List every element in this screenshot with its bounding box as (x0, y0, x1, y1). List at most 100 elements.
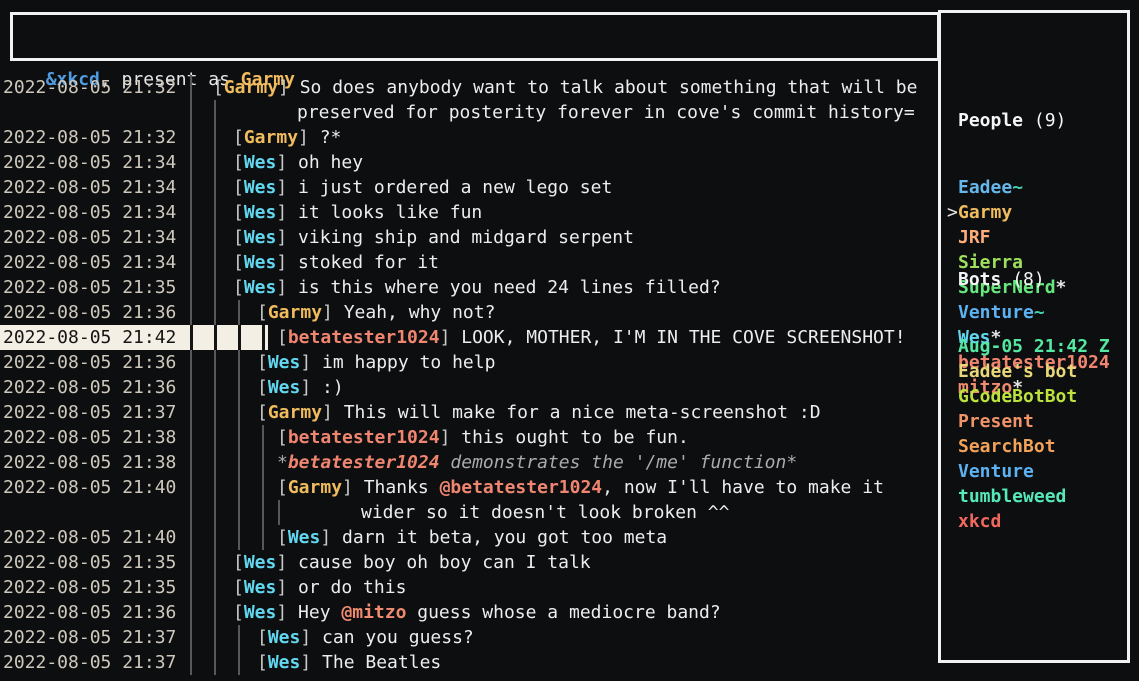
chat-row[interactable]: 2022-08-05 21:36[Wes] im happy to help (0, 350, 938, 375)
msg-segment: , now I'll have to make it (602, 477, 884, 498)
chat-log: 2022-08-05 21:32[Garmy] So does anybody … (0, 75, 938, 675)
msg-segment: [ (257, 652, 268, 673)
message-text: [Wes] :) (185, 375, 938, 400)
timestamp: 2022-08-05 21:36 (0, 350, 185, 375)
msg-segment: or do this (287, 577, 406, 598)
status-suffix: * (1056, 277, 1067, 298)
message-cell: [Wes] viking ship and midgard serpent (185, 225, 938, 250)
person-item[interactable]: >Garmy (947, 200, 1127, 225)
chat-row[interactable]: 2022-08-05 21:34[Wes] stoked for it (0, 250, 938, 275)
chat-row[interactable]: 2022-08-05 21:34[Wes] oh hey (0, 150, 938, 175)
message-text: [Wes] oh hey (185, 150, 938, 175)
message-cell: [betatester1024] LOOK, MOTHER, I'M IN TH… (185, 325, 938, 350)
user-name: SearchBot (958, 436, 1056, 457)
msg-segment: ] (300, 377, 311, 398)
message-text: [Wes] The Beatles (185, 650, 938, 675)
chat-row[interactable]: 2022-08-05 21:38*betatester1024 demonstr… (0, 450, 938, 475)
message-cell: [Wes] darn it beta, you got too meta (185, 525, 938, 550)
bot-item[interactable]: Aug-05 21:42 Z (947, 334, 1127, 359)
message-text: [Wes] im happy to help (185, 350, 938, 375)
chat-row[interactable]: 2022-08-05 21:34[Wes] viking ship and mi… (0, 225, 938, 250)
msg-segment: [ (277, 477, 288, 498)
chat-row[interactable]: 2022-08-05 21:36[Wes] Hey @mitzo guess w… (0, 600, 938, 625)
active-marker (947, 384, 958, 409)
msg-segment: Thanks (353, 477, 440, 498)
bot-item[interactable]: xkcd (947, 509, 1127, 534)
msg-segment: [ (233, 177, 244, 198)
chat-row[interactable]: wider so it doesn't look broken ^^ (0, 500, 938, 525)
nickname: Garmy (244, 127, 298, 148)
msg-segment: LOOK, MOTHER, I'M IN THE COVE SCREENSHOT… (450, 327, 905, 348)
chat-row[interactable]: 2022-08-05 21:34[Wes] it looks like fun (0, 200, 938, 225)
chat-row-selected[interactable]: 2022-08-05 21:42[betatester1024] LOOK, M… (0, 325, 938, 350)
message-text: [Garmy] This will make for a nice meta-s… (185, 400, 938, 425)
nickname: @betatester1024 (440, 477, 603, 498)
nickname: Garmy (268, 302, 322, 323)
chat-row[interactable]: 2022-08-05 21:35[Wes] or do this (0, 575, 938, 600)
nickname: Wes (268, 652, 301, 673)
timestamp: 2022-08-05 21:32 (0, 75, 185, 100)
message-text: [Wes] cause boy oh boy can I talk (185, 550, 938, 575)
nickname: betatester1024 (288, 452, 440, 473)
message-cell: [Garmy] Thanks @betatester1024, now I'll… (185, 475, 938, 500)
message-text: [Wes] can you guess? (185, 625, 938, 650)
message-cell: [Wes] is this where you need 24 lines fi… (185, 275, 938, 300)
status-suffix: ~ (1012, 177, 1023, 198)
person-item[interactable]: Venture~ (947, 300, 1127, 325)
chat-row[interactable]: 2022-08-05 21:37[Wes] The Beatles (0, 650, 938, 675)
chat-row[interactable]: 2022-08-05 21:32[Garmy] So does anybody … (0, 75, 938, 100)
user-name: Aug-05 21:42 Z (958, 336, 1110, 357)
active-marker (947, 484, 958, 509)
msg-segment: ] (278, 77, 289, 98)
msg-segment: darn it beta, you got too meta (331, 527, 667, 548)
nickname: Wes (268, 627, 301, 648)
chat-row[interactable]: 2022-08-05 21:32[Garmy] ?* (0, 125, 938, 150)
nickname: @mitzo (341, 602, 406, 623)
chat-row[interactable]: 2022-08-05 21:36[Garmy] Yeah, why not? (0, 300, 938, 325)
person-item[interactable]: JRF (947, 225, 1127, 250)
chat-row[interactable]: preserved for posterity forever in cove'… (0, 100, 938, 125)
msg-segment: This will make for a nice meta-screensho… (333, 402, 821, 423)
msg-segment: ?* (309, 127, 342, 148)
msg-segment: ] (276, 602, 287, 623)
nickname: Wes (244, 252, 277, 273)
msg-segment: oh hey (287, 152, 363, 173)
message-text: [betatester1024] LOOK, MOTHER, I'M IN TH… (185, 325, 938, 350)
chat-row[interactable]: 2022-08-05 21:38[betatester1024] this ou… (0, 425, 938, 450)
user-name: Present (958, 411, 1034, 432)
nickname: Wes (244, 552, 277, 573)
msg-segment: ] (320, 527, 331, 548)
msg-segment: wider so it doesn't look broken ^^ (361, 502, 729, 523)
bot-item[interactable]: tumbleweed (947, 484, 1127, 509)
chat-row[interactable]: 2022-08-05 21:37[Wes] can you guess? (0, 625, 938, 650)
chat-row[interactable]: 2022-08-05 21:35[Wes] cause boy oh boy c… (0, 550, 938, 575)
chat-row[interactable]: 2022-08-05 21:36[Wes] :) (0, 375, 938, 400)
msg-segment: The Beatles (311, 652, 441, 673)
msg-segment: Yeah, why not? (333, 302, 496, 323)
message-text: [Wes] stoked for it (185, 250, 938, 275)
timestamp: 2022-08-05 21:32 (0, 125, 185, 150)
timestamp: 2022-08-05 21:38 (0, 425, 185, 450)
bot-item[interactable]: Venture (947, 459, 1127, 484)
chat-row[interactable]: 2022-08-05 21:35[Wes] is this where you … (0, 275, 938, 300)
chat-row[interactable]: 2022-08-05 21:34[Wes] i just ordered a n… (0, 175, 938, 200)
bots-count: (8) (1012, 269, 1045, 290)
active-marker (947, 300, 958, 325)
timestamp: 2022-08-05 21:34 (0, 225, 185, 250)
nickname: betatester1024 (288, 327, 440, 348)
bot-item[interactable]: GCodeBotBot (947, 384, 1127, 409)
message-cell: [Wes] can you guess? (185, 625, 938, 650)
person-item[interactable]: Eadee~ (947, 175, 1127, 200)
nickname: Garmy (268, 402, 322, 423)
msg-segment: demonstrates the '/me' function* (440, 452, 798, 473)
active-marker (947, 175, 958, 200)
msg-segment: preserved for posterity forever in cove'… (297, 102, 915, 123)
msg-segment: ] (322, 402, 333, 423)
chat-row[interactable]: 2022-08-05 21:37[Garmy] This will make f… (0, 400, 938, 425)
msg-segment: [ (233, 252, 244, 273)
chat-row[interactable]: 2022-08-05 21:40[Garmy] Thanks @betatest… (0, 475, 938, 500)
chat-row[interactable]: 2022-08-05 21:40[Wes] darn it beta, you … (0, 525, 938, 550)
bot-item[interactable]: SearchBot (947, 434, 1127, 459)
message-cell: *betatester1024 demonstrates the '/me' f… (185, 450, 938, 475)
bot-item[interactable]: Present (947, 409, 1127, 434)
